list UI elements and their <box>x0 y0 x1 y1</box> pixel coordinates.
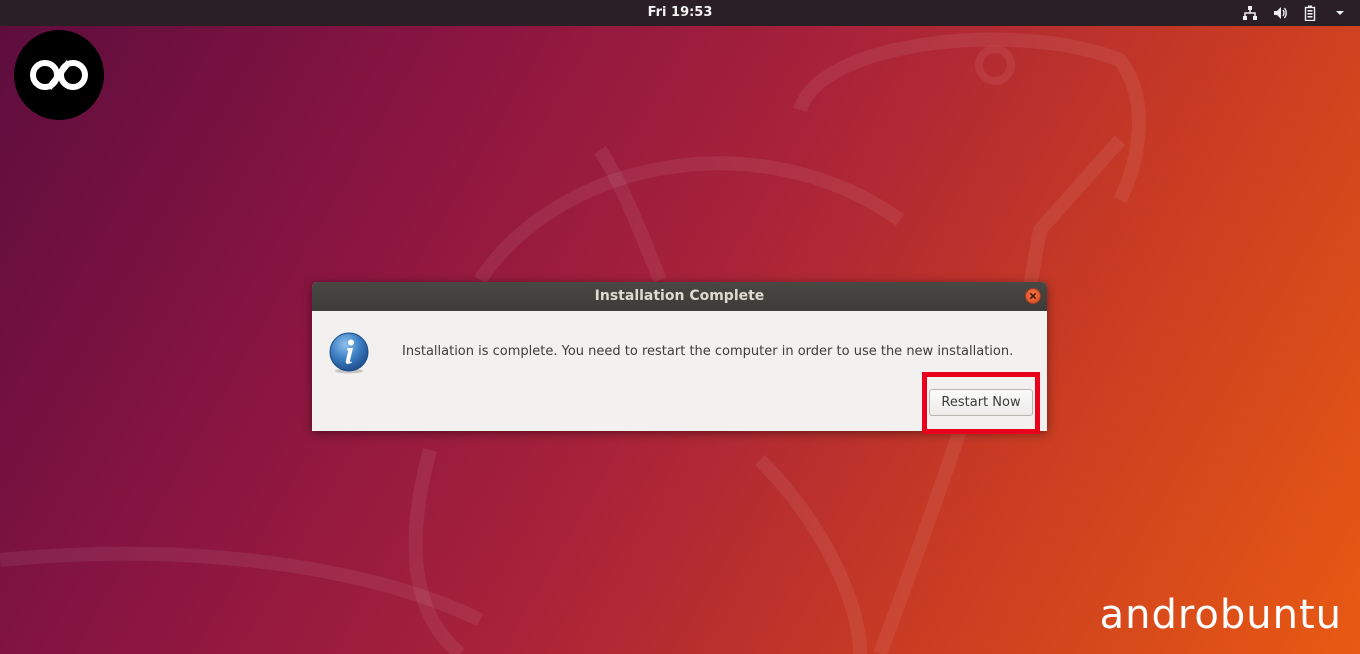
system-menu-arrow-icon[interactable] <box>1332 5 1348 21</box>
desktop: Fri 19:53 androbuntu Installation Comple… <box>0 0 1360 654</box>
close-button[interactable] <box>1025 288 1041 304</box>
battery-icon[interactable] <box>1302 5 1318 21</box>
dialog-message: Installation is complete. You need to re… <box>402 344 1014 359</box>
restart-now-button[interactable]: Restart Now <box>929 389 1033 416</box>
brand-watermark: androbuntu <box>1099 592 1342 638</box>
network-icon[interactable] <box>1242 5 1258 21</box>
clock[interactable]: Fri 19:53 <box>0 5 1360 20</box>
dialog-title: Installation Complete <box>594 288 765 304</box>
androbuntu-logo-icon <box>14 30 104 120</box>
system-tray[interactable] <box>1242 5 1348 21</box>
info-icon <box>329 332 369 374</box>
volume-icon[interactable] <box>1272 5 1288 21</box>
top-bar: Fri 19:53 <box>0 0 1360 26</box>
close-icon <box>1029 292 1037 300</box>
dialog-titlebar[interactable]: Installation Complete <box>312 282 1047 311</box>
